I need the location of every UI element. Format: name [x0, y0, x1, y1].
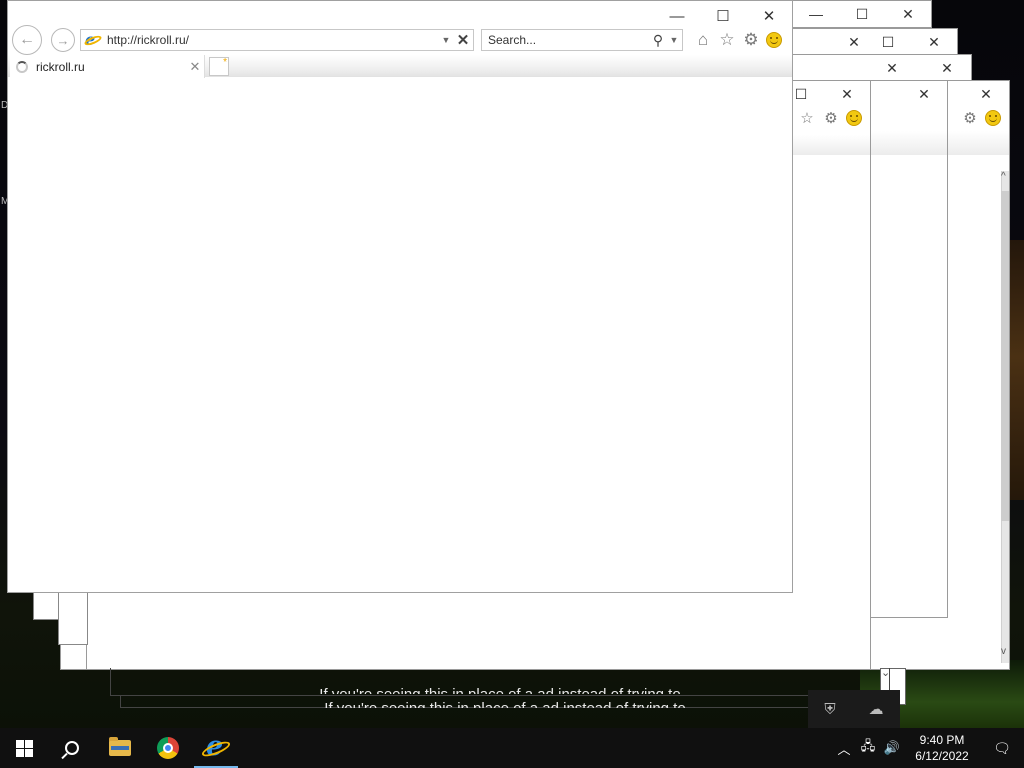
close-icon[interactable]: ✕ — [911, 29, 957, 55]
back-button[interactable]: ← — [12, 25, 42, 55]
ghost-window-frame: If you're seeing this in place of a ad i… — [120, 696, 890, 708]
clock-date: 6/12/2022 — [915, 749, 969, 763]
minimize-icon[interactable]: — — [793, 1, 839, 27]
search-box[interactable]: Search... ⚲ ▼ — [481, 29, 683, 51]
maximize-icon[interactable]: ☐ — [839, 1, 885, 27]
close-button[interactable]: ✕ — [746, 1, 792, 31]
settings-icon[interactable]: ⚙ — [822, 109, 840, 127]
ie-page-icon: e — [83, 30, 103, 49]
home-icon[interactable]: ⌂ — [694, 30, 712, 50]
taskbar-chrome[interactable] — [144, 728, 192, 768]
stop-loading-icon[interactable]: ✕ — [453, 31, 473, 49]
forward-button[interactable]: → — [51, 28, 75, 52]
loading-spinner-icon — [16, 61, 28, 73]
ghost-ad-text: If you're seeing this in place of a ad i… — [121, 696, 889, 708]
forward-arrow-icon: → — [56, 32, 70, 48]
favorites-icon[interactable]: ☆ — [798, 109, 816, 127]
windows-logo-icon — [15, 739, 33, 757]
settings-icon[interactable]: ⚙ — [742, 30, 760, 50]
taskbar: e ︿ 🖧 🔊 9:40 PM 6/12/2022 🗨 — [0, 728, 1024, 768]
taskbar-file-explorer[interactable] — [96, 728, 144, 768]
scroll-down-icon[interactable]: v — [1001, 646, 1009, 657]
ghost-ad-text: If you're seeing this in place of a ad i… — [111, 682, 889, 694]
address-bar[interactable]: e http://rickroll.ru/ ▼ ✕ — [80, 29, 474, 51]
close-icon[interactable]: ✕ — [963, 81, 1009, 107]
clock-time: 9:40 PM — [919, 733, 965, 747]
background-browser-window[interactable]: ✕ ✕ — [790, 54, 972, 82]
title-bar[interactable]: — ☐ ✕ — [8, 1, 792, 29]
ie-icon: e — [200, 731, 232, 762]
taskbar-internet-explorer[interactable]: e — [192, 728, 240, 768]
security-shield-icon[interactable]: ⛨ — [824, 701, 835, 718]
new-tab-button[interactable]: * — [209, 57, 229, 76]
address-url[interactable]: http://rickroll.ru/ — [107, 33, 439, 47]
internet-explorer-window[interactable]: — ☐ ✕ ← → e http://rickroll.ru/ ▼ ✕ Sear… — [7, 0, 793, 593]
tray-overflow-popup: ⛨ ☁ — [808, 690, 900, 728]
scroll-up-icon[interactable]: ^ — [1001, 171, 1009, 182]
system-tray: ︿ 🖧 🔊 9:40 PM 6/12/2022 🗨 — [832, 728, 1024, 768]
search-button[interactable] — [48, 728, 96, 768]
tab-close-icon[interactable]: ✕ — [186, 59, 204, 75]
maximize-button[interactable]: ☐ — [700, 1, 746, 31]
show-hidden-icons-chevron-icon[interactable]: ︿ — [832, 739, 856, 758]
feedback-smiley-icon[interactable] — [766, 32, 782, 48]
window-edge — [58, 590, 88, 645]
tab-row: rickroll.ru ✕ * — [8, 55, 792, 79]
network-icon[interactable]: 🖧 — [856, 737, 880, 759]
close-icon[interactable]: ✕ — [923, 55, 971, 81]
new-tab-star-icon: * — [223, 57, 227, 68]
minimize-button[interactable]: — — [654, 1, 700, 31]
settings-icon[interactable]: ⚙ — [961, 109, 979, 127]
ghost-window-frame: If you're seeing this in place of a ad i… — [110, 668, 890, 696]
close-icon[interactable]: ✕ — [843, 29, 865, 55]
command-tools: ⌂ ☆ ⚙ — [694, 30, 782, 50]
folder-icon — [109, 737, 131, 756]
maximize-icon[interactable]: ☐ — [865, 29, 911, 55]
favorites-icon[interactable]: ☆ — [718, 30, 736, 50]
feedback-smiley-icon[interactable] — [846, 110, 862, 126]
page-content[interactable] — [8, 78, 792, 592]
close-icon[interactable]: ✕ — [824, 81, 870, 107]
search-icon[interactable]: ⚲ — [650, 32, 666, 49]
back-arrow-icon: ← — [19, 31, 35, 48]
close-icon[interactable]: ✕ — [861, 55, 923, 81]
onedrive-offline-icon[interactable]: ☁ — [869, 700, 884, 718]
action-center-icon[interactable]: 🗨 — [980, 740, 1024, 757]
volume-icon[interactable]: 🔊 — [880, 740, 904, 756]
search-dropdown-icon[interactable]: ▼ — [666, 35, 682, 45]
clock[interactable]: 9:40 PM 6/12/2022 — [904, 732, 980, 764]
close-icon[interactable]: ✕ — [901, 81, 947, 107]
feedback-smiley-icon[interactable] — [985, 110, 1001, 126]
search-icon — [65, 741, 79, 755]
scrollbar[interactable] — [1001, 171, 1009, 663]
close-icon[interactable]: ✕ — [885, 1, 931, 27]
search-input[interactable]: Search... — [488, 33, 650, 47]
start-button[interactable] — [0, 728, 48, 768]
chrome-icon — [157, 737, 179, 759]
address-dropdown-icon[interactable]: ▼ — [439, 35, 453, 45]
tab-title: rickroll.ru — [36, 60, 85, 74]
tab-rickroll[interactable]: rickroll.ru ✕ — [10, 55, 205, 79]
